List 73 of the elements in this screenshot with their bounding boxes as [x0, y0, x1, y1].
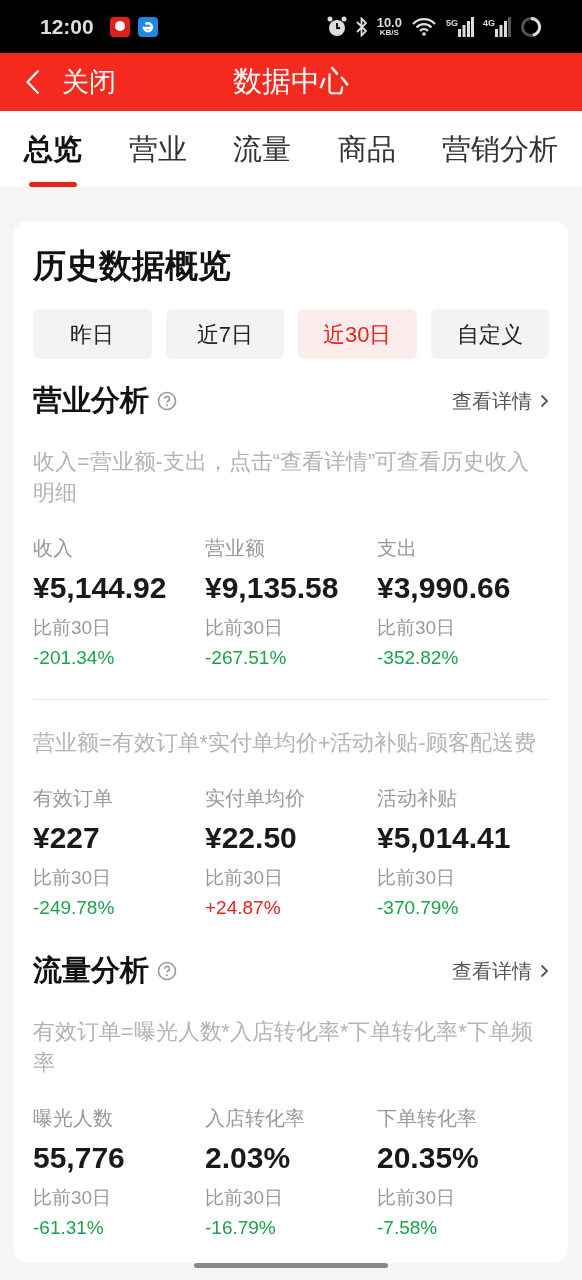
- formula-note: 营业额=有效订单*实付单均价+活动补贴-顾客配送费: [33, 730, 537, 758]
- signal-icon: [495, 16, 511, 37]
- period-button[interactable]: 近7日: [165, 309, 284, 360]
- speed-unit: KB/S: [379, 29, 399, 38]
- metric-label: 入店转化率: [205, 1106, 306, 1132]
- card-title: 历史数据概览: [33, 246, 232, 287]
- change-value: +24.87%: [205, 896, 282, 921]
- compare-label: 比前30日: [377, 616, 457, 641]
- change-value: -352.82%: [377, 646, 460, 671]
- tab[interactable]: 总览: [24, 131, 82, 188]
- metric-label: 营业额: [205, 536, 266, 562]
- formula-note: 收入=营业额-支出，点击“查看详情”可查看历史收入明细: [33, 449, 531, 508]
- help-icon[interactable]: [157, 961, 177, 982]
- compare-label: 比前30日: [205, 866, 285, 891]
- metric-value: 2.03%: [205, 1140, 292, 1177]
- compare-label: 比前30日: [377, 866, 457, 891]
- metric-label: 下单转化率: [377, 1106, 478, 1132]
- battery-ring-icon: [520, 15, 542, 38]
- compare-label: 比前30日: [205, 616, 285, 641]
- details-link[interactable]: 查看详情: [452, 386, 549, 417]
- chevron-right-icon: [540, 964, 549, 979]
- change-value: -370.79%: [377, 896, 460, 921]
- clock: 12:00: [40, 13, 94, 40]
- app-icon: [137, 16, 158, 37]
- network-speed: 10.0: [376, 16, 402, 30]
- metric-label: 有效订单: [33, 786, 114, 812]
- metric-value: ¥227: [33, 820, 101, 857]
- change-value: -16.79%: [205, 1216, 277, 1241]
- compare-label: 比前30日: [33, 616, 113, 641]
- change-value: -267.51%: [205, 646, 288, 671]
- metric-value: ¥5,144.92: [33, 570, 168, 607]
- close-button[interactable]: 关闭: [26, 61, 116, 103]
- compare-label: 比前30日: [33, 1186, 113, 1211]
- metric-label: 曝光人数: [33, 1106, 114, 1132]
- network-type: 4G: [483, 16, 495, 30]
- help-icon[interactable]: [157, 391, 177, 412]
- back-icon: [26, 69, 40, 96]
- page-title: 数据中心: [233, 64, 349, 100]
- tab[interactable]: 商品: [337, 131, 396, 188]
- chevron-right-icon: [540, 394, 549, 409]
- metric-value: ¥5,014.41: [377, 820, 512, 857]
- metric-value: ¥9,135.58: [205, 570, 340, 607]
- metric-label: 收入: [33, 536, 74, 562]
- period-button[interactable]: 自定义: [430, 309, 549, 360]
- section-title: 流量分析: [33, 953, 149, 989]
- network-type: 5G: [445, 16, 458, 30]
- details-link[interactable]: 查看详情: [452, 956, 549, 987]
- metric-value: ¥3,990.66: [377, 570, 512, 607]
- change-value: -249.78%: [33, 896, 116, 921]
- compare-label: 比前30日: [33, 866, 113, 891]
- change-value: -201.34%: [33, 646, 116, 671]
- formula-note: 有效订单=曝光人数*入店转化率*下单转化率*下单频率: [33, 1019, 534, 1078]
- signal-icon: [458, 16, 474, 37]
- metric-label: 活动补贴: [377, 786, 458, 812]
- period-button[interactable]: 昨日: [33, 309, 152, 360]
- bluetooth-icon: [355, 16, 368, 37]
- wifi-icon: [410, 16, 437, 37]
- change-value: -7.58%: [377, 1216, 439, 1241]
- period-button[interactable]: 近30日: [298, 309, 417, 360]
- metric-label: 实付单均价: [205, 786, 306, 812]
- metric-label: 支出: [377, 536, 418, 562]
- metric-value: 20.35%: [377, 1140, 480, 1177]
- metric-value: 55,776: [33, 1140, 126, 1177]
- tab[interactable]: 营销分析: [442, 131, 558, 188]
- change-value: -61.31%: [33, 1216, 105, 1241]
- app-icon: [109, 16, 130, 37]
- tab[interactable]: 流量: [233, 131, 291, 188]
- compare-label: 比前30日: [205, 1186, 285, 1211]
- alarm-icon: [326, 15, 347, 38]
- metric-value: ¥22.50: [205, 820, 298, 857]
- section-title: 营业分析: [33, 383, 149, 419]
- tab[interactable]: 营业: [128, 131, 187, 188]
- compare-label: 比前30日: [377, 1186, 457, 1211]
